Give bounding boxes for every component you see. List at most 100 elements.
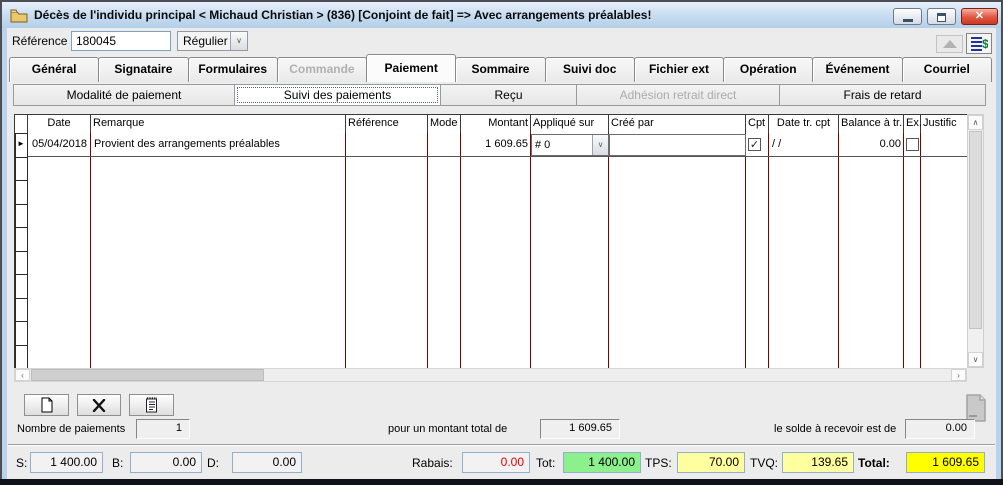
row-selector-cell[interactable] [15,205,28,229]
vertical-scrollbar[interactable]: ∧ ∨ [967,114,984,368]
column-header-reference: Référence [346,115,428,134]
grid-column-mode [428,133,461,368]
tab-evenement[interactable]: Événement [812,57,902,82]
grid-column-remarque [91,133,346,368]
scroll-left-icon[interactable]: ‹ [15,369,30,381]
cell-cree-par-input[interactable] [609,134,746,156]
title-bar[interactable]: Décès de l'individu principal < Michaud … [2,2,1001,28]
tab-sommaire[interactable]: Sommaire [455,57,545,82]
payments-grid: DateRemarqueRéférenceModeMontantAppliqué… [14,114,984,368]
row-selector-cell[interactable] [15,299,28,323]
grid-column-montant [461,133,531,368]
chevron-down-icon[interactable]: ∨ [592,135,608,155]
cell-exc-checkbox[interactable] [906,138,919,151]
tab-signataire[interactable]: Signataire [98,57,188,82]
row-selector-cell[interactable]: ► [15,134,28,158]
current-row-arrow-icon: ► [17,139,25,148]
cell-cpt: ✓ [746,133,769,157]
close-button[interactable]: ✕ [961,8,998,25]
total-amount-label: pour un montant total de [388,423,507,435]
row-selector-cell[interactable] [15,346,28,370]
divider [8,444,995,446]
column-header-cree-par: Créé par [609,115,746,134]
payment-subtab-bar: Modalité de paiement Suivi des paiements… [14,84,990,106]
d-label: D: [207,456,219,470]
subtab-suivi-des-paiements[interactable]: Suivi des paiements [234,84,441,106]
file-type-select[interactable]: Régulier ∨ [177,31,248,51]
cell-balance-a-tr: 0.00 [839,133,904,157]
row-selector-cell[interactable] [15,322,28,346]
tab-general[interactable]: Général [9,57,99,82]
column-header-remarque: Remarque [91,115,346,134]
column-header-date: Date [28,115,91,134]
maximize-button[interactable] [927,8,956,25]
grand-total-field: 1 609.65 [906,452,985,473]
cell-mode [428,133,461,157]
tab-fichier-ext[interactable]: Fichier ext [634,57,724,82]
subtab-recu[interactable]: Reçu [440,84,577,106]
grid-column-applique-sur [531,133,609,368]
scroll-up-icon[interactable]: ∧ [968,115,983,130]
horizontal-scrollbar-thumb[interactable] [31,369,264,381]
tab-formulaires[interactable]: Formulaires [188,57,278,82]
chevron-down-icon[interactable]: ∨ [230,32,247,50]
cell-justification [921,133,968,157]
price-list-button[interactable]: $ [966,33,992,54]
tab-suivi-doc[interactable]: Suivi doc [545,57,635,82]
row-selector-cell[interactable] [15,228,28,252]
scroll-right-icon[interactable]: › [951,369,966,381]
window-title: Décès de l'individu principal < Michaud … [34,8,651,22]
scroll-down-icon[interactable]: ∨ [968,352,983,367]
close-icon: ✕ [975,10,984,22]
s-field: 1 400.00 [30,452,103,473]
column-header-exc: Ex.C. [904,115,921,134]
row-selector-cell[interactable] [15,181,28,205]
payment-count-label: Nombre de paiements [17,423,125,435]
column-header-applique-sur: Appliqué sur [531,115,609,134]
reference-input[interactable]: 180045 [71,31,171,51]
grid-column-exc [904,133,921,368]
tab-operation[interactable]: Opération [723,57,813,82]
clipboard-icon [145,397,158,413]
cell-montant: 1 609.65 [461,133,531,157]
document-icon [965,394,987,422]
row-selector-cell[interactable] [15,252,28,276]
subtab-modalite-de-paiement[interactable]: Modalité de paiement [13,84,235,106]
minimize-button[interactable] [893,8,922,25]
column-header-cpt: Cpt [746,115,769,134]
maximize-icon [937,13,946,22]
grid-column-date-tr-cpt [769,133,839,368]
cell-date: 05/04/2018 [28,133,91,157]
window-bottom-edge [0,479,1003,485]
notes-button[interactable] [129,394,174,416]
subtab-frais-de-retard[interactable]: Frais de retard [779,84,986,106]
payment-count-value: 1 [136,419,190,439]
column-header-balance-a-tr: Balance à tr. [839,115,904,134]
row-selector-cell[interactable] [15,275,28,299]
cell-remarque: Provient des arrangements préalables [91,133,346,157]
cell-applique-sur-select[interactable]: # 0∨ [531,134,609,156]
tab-courriel[interactable]: Courriel [902,57,992,82]
s-label: S: [16,456,27,470]
tab-commande: Commande [277,57,367,82]
balance-due-label: le solde à recevoir est de [774,423,896,435]
tvq-field: 139.65 [782,452,854,473]
grand-total-label: Total: [858,456,890,470]
cell-reference [346,133,428,157]
column-header-selector [15,115,28,134]
balance-due-value: 0.00 [905,419,975,439]
new-payment-button[interactable] [24,394,69,416]
delete-payment-button[interactable] [77,394,121,416]
delete-x-icon [92,399,106,412]
vertical-scrollbar-thumb[interactable] [969,131,982,329]
column-header-date-tr-cpt: Date tr. cpt [769,115,839,134]
horizontal-scrollbar[interactable]: ‹ › [14,368,967,382]
discount-field: 0.00 [462,452,530,473]
folder-icon [10,8,28,23]
price-list-icon: $ [970,36,988,51]
row-selector-cell[interactable] [15,158,28,182]
grid-body: ►05/04/2018Provient des arrangements pré… [14,133,967,368]
reference-label: Référence : [12,34,74,48]
cell-cpt-checkbox[interactable]: ✓ [748,138,761,151]
tab-paiement[interactable]: Paiement [366,54,456,82]
